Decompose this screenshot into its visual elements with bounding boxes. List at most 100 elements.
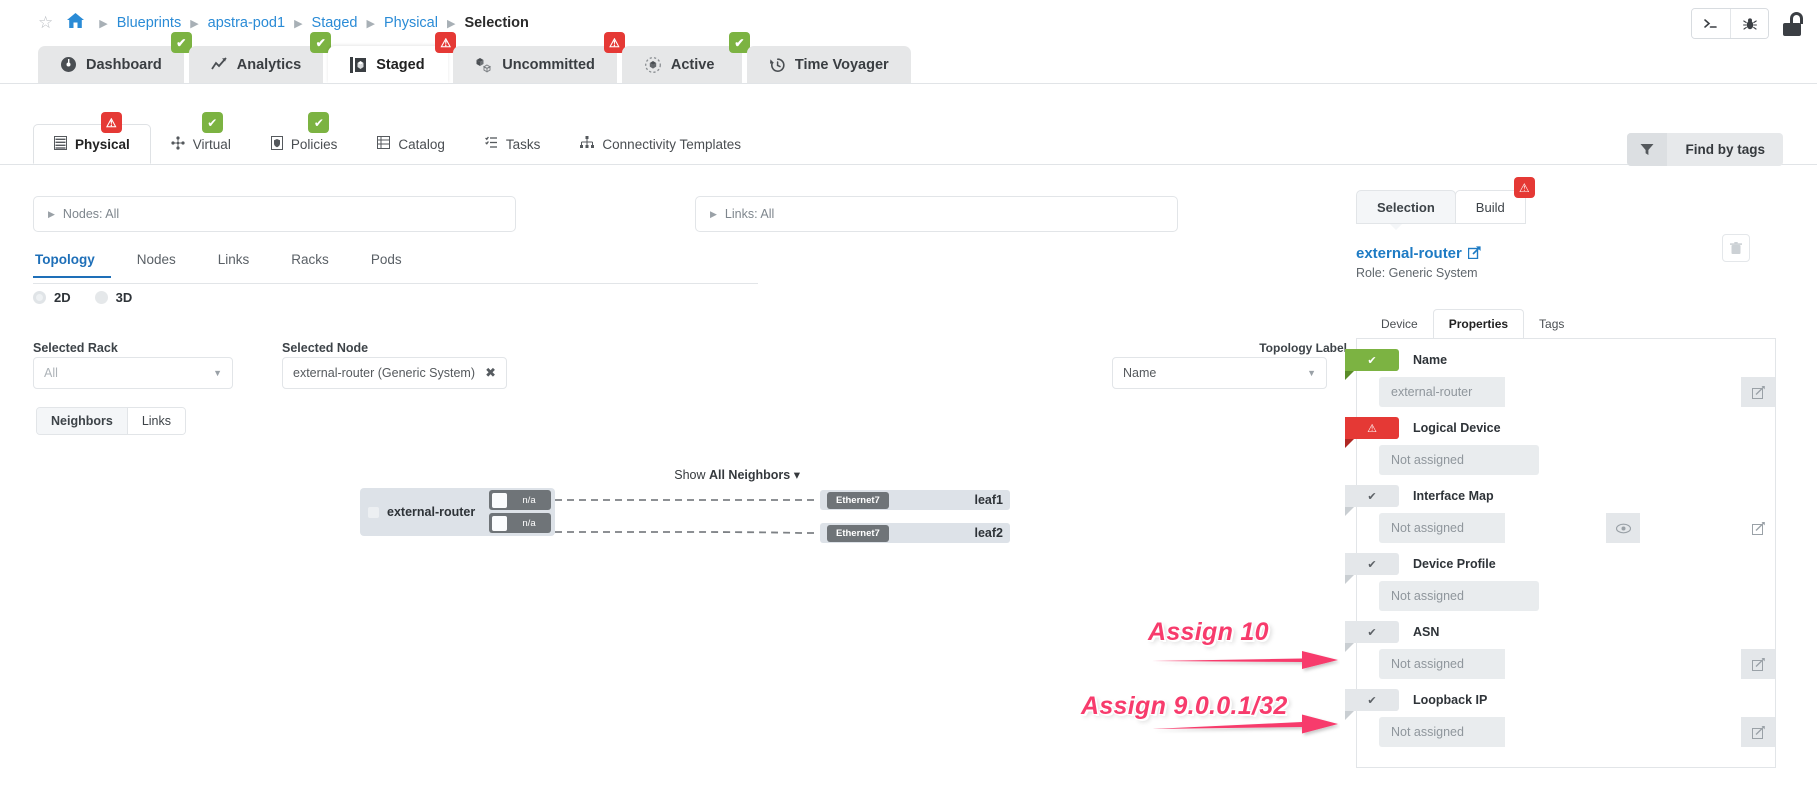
radio-3d[interactable] xyxy=(94,291,108,304)
tab-uncommitted[interactable]: Uncommitted ⚠ xyxy=(453,32,625,83)
sub-tab-bar: Physical ⚠ Virtual ✔ Policies ✔ Catalog … xyxy=(33,112,761,164)
toggle-neighbors[interactable]: Neighbors xyxy=(37,408,127,434)
clock-rewind-icon xyxy=(769,57,786,73)
gauge-icon xyxy=(60,56,77,73)
property-tab-properties[interactable]: Properties xyxy=(1432,309,1525,339)
property-title: ASN xyxy=(1413,625,1440,639)
annotation-arrow-loopback xyxy=(1152,714,1338,734)
property-tab-device[interactable]: Device xyxy=(1366,310,1433,338)
panel-tab-build[interactable]: Build ⚠ xyxy=(1454,177,1535,224)
shield-icon xyxy=(270,135,283,153)
catalog-icon xyxy=(377,136,391,152)
server-rack-icon xyxy=(54,135,67,153)
subtab-tasks[interactable]: Tasks xyxy=(465,125,561,163)
status-badge-ok: ✔ xyxy=(308,112,330,133)
graph-source-node[interactable]: external-router n/a n/a xyxy=(360,488,555,536)
topology-label-dropdown[interactable]: Name ▼ xyxy=(1112,357,1327,389)
show-all-neighbors-dropdown[interactable]: Show All Neighbors ▾ xyxy=(674,467,800,482)
property-row-loopback-ip: ✔ Loopback IP Not assigned xyxy=(1345,689,1775,747)
view-tab-links[interactable]: Links xyxy=(216,252,266,276)
breadcrumb-item-apstra-pod1[interactable]: apstra-pod1 xyxy=(208,15,285,31)
property-row-device-profile: ✔ Device Profile Not assigned xyxy=(1345,553,1775,611)
graph-neighbor-node[interactable]: Ethernet7 leaf1 xyxy=(820,490,1010,510)
selected-node-label: Selected Node xyxy=(282,341,369,355)
unlocked-padlock-icon[interactable] xyxy=(1781,11,1803,36)
interface-chip[interactable]: n/a xyxy=(489,490,551,510)
breadcrumb-sep: ▶ xyxy=(446,17,456,30)
find-by-tags-button[interactable]: Find by tags xyxy=(1627,133,1783,166)
edit-pencil-icon[interactable] xyxy=(1741,377,1775,407)
selected-rack-value: All xyxy=(44,366,58,380)
selected-node-name[interactable]: external-router xyxy=(1356,245,1462,262)
subtab-label: Physical xyxy=(75,136,130,152)
view-tab-racks[interactable]: Racks xyxy=(289,252,345,276)
edit-pencil-icon[interactable] xyxy=(1741,649,1775,679)
cubes-icon xyxy=(475,57,493,73)
tab-dashboard[interactable]: Dashboard ✔ xyxy=(38,32,192,83)
topology-label-label: Topology Label xyxy=(1259,341,1347,355)
links-filter-bar[interactable]: ▶ Links: All xyxy=(695,196,1178,232)
status-flag-grey: ✔ xyxy=(1345,553,1399,584)
tab-staged[interactable]: Staged ⚠ xyxy=(328,32,457,83)
eye-icon[interactable] xyxy=(1606,513,1640,543)
panel-tab-selection[interactable]: Selection xyxy=(1356,190,1456,224)
property-row-interface-map: ✔ Interface Map Not assigned xyxy=(1345,485,1775,543)
status-flag-grey: ✔ xyxy=(1345,621,1399,652)
property-title: Device Profile xyxy=(1413,557,1496,571)
view-tab-pods[interactable]: Pods xyxy=(369,252,418,276)
subtab-physical[interactable]: Physical ⚠ xyxy=(33,112,151,164)
neighbor-interface-label: Ethernet7 xyxy=(827,524,889,542)
subtab-connectivity-templates[interactable]: Connectivity Templates xyxy=(560,125,761,163)
view-tab-topology[interactable]: Topology xyxy=(33,252,111,278)
source-node-label: external-router xyxy=(387,505,476,519)
properties-container: ✔ Name external-router ⚠ Logical Device … xyxy=(1345,338,1776,768)
tab-label: Analytics xyxy=(236,56,302,73)
breadcrumb-item-physical[interactable]: Physical xyxy=(384,15,438,31)
property-title: Loopback IP xyxy=(1413,693,1488,707)
property-tab-tags[interactable]: Tags xyxy=(1524,310,1579,338)
property-value-wrap: Not assigned xyxy=(1379,649,1775,679)
tab-pointer xyxy=(1390,224,1402,230)
selection-panel: Selection Build ⚠ external-router Role: … xyxy=(1345,177,1786,770)
annotation-arrow-asn xyxy=(1152,651,1338,669)
top-right-toolbar xyxy=(1691,8,1803,39)
selected-node-dropdown[interactable]: external-router (Generic System) ✖ xyxy=(282,357,507,389)
tab-analytics[interactable]: Analytics ✔ xyxy=(188,32,332,83)
node-handle xyxy=(368,506,379,518)
tab-active[interactable]: Active ✔ xyxy=(621,32,750,83)
interface-chip[interactable]: n/a xyxy=(489,513,551,533)
view-tab-nodes[interactable]: Nodes xyxy=(135,252,192,276)
interface-label: n/a xyxy=(522,517,536,529)
edit-pencil-icon[interactable] xyxy=(1741,717,1775,747)
property-title: Name xyxy=(1413,353,1448,367)
trash-icon[interactable] xyxy=(1722,234,1750,262)
selected-rack-dropdown[interactable]: All ▼ xyxy=(33,357,233,389)
subtab-virtual[interactable]: Virtual ✔ xyxy=(151,112,251,163)
external-link-icon[interactable] xyxy=(1467,245,1481,262)
selected-node-header: external-router xyxy=(1356,245,1481,262)
subtab-policies[interactable]: Policies ✔ xyxy=(251,112,358,163)
tab-time-voyager[interactable]: Time Voyager xyxy=(746,46,911,83)
console-icon[interactable] xyxy=(1692,9,1730,38)
toggle-links[interactable]: Links xyxy=(126,408,185,434)
nodes-filter-bar[interactable]: ▶ Nodes: All xyxy=(33,196,516,232)
main-tab-bar: Dashboard ✔ Analytics ✔ Staged ⚠ Uncommi… xyxy=(38,32,916,83)
subtab-catalog[interactable]: Catalog xyxy=(357,125,465,163)
radio-3d-label: 3D xyxy=(115,290,133,305)
breadcrumb-item-blueprints[interactable]: Blueprints xyxy=(117,15,181,31)
property-row-logical-device: ⚠ Logical Device Not assigned xyxy=(1345,417,1775,475)
close-x-icon[interactable]: ✖ xyxy=(485,365,496,381)
neighbor-interface-label: Ethernet7 xyxy=(827,491,889,509)
home-icon[interactable] xyxy=(67,13,85,33)
tool-button-group xyxy=(1691,8,1769,39)
graph-neighbor-node[interactable]: Ethernet7 leaf2 xyxy=(820,523,1010,543)
property-value: Not assigned xyxy=(1379,717,1505,747)
star-outline-icon[interactable]: ☆ xyxy=(38,13,53,33)
property-tab-bar: Device Properties Tags xyxy=(1366,309,1579,339)
bug-icon[interactable] xyxy=(1730,9,1768,38)
edit-pencil-icon[interactable] xyxy=(1741,513,1775,543)
subtab-label: Tasks xyxy=(505,136,541,152)
radio-2d[interactable] xyxy=(33,291,46,304)
chevron-right-icon: ▶ xyxy=(48,208,55,219)
breadcrumb-item-staged[interactable]: Staged xyxy=(312,15,358,31)
